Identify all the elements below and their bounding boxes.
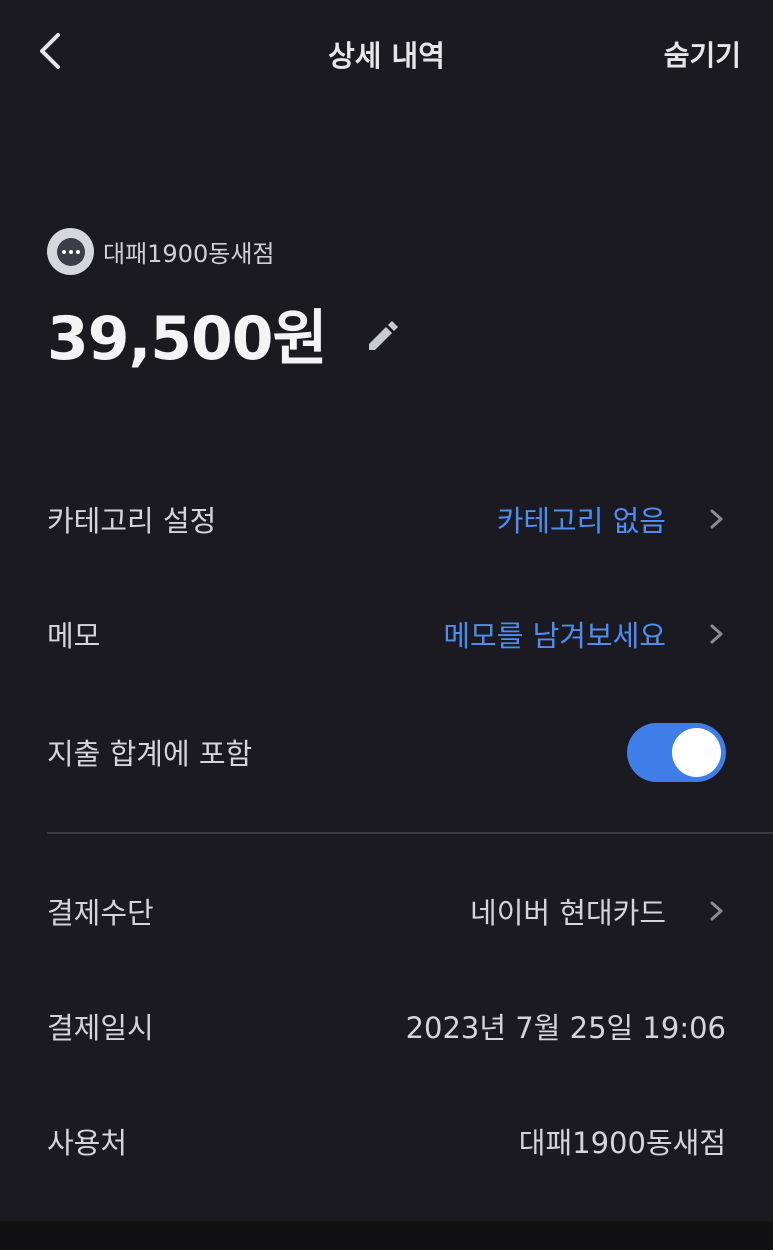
transaction-amount: 39,500원 [47, 304, 328, 374]
memo-value-group[interactable]: 메모를 남겨보세요 [443, 613, 726, 655]
category-value[interactable]: 카테고리 없음 [497, 498, 666, 540]
memo-row[interactable]: 메모 메모를 남겨보세요 [47, 604, 726, 664]
toggle-knob [672, 727, 721, 777]
top-bar: 상세 내역 숨기기 [0, 0, 773, 105]
pencil-icon [368, 320, 398, 350]
payment-method-row[interactable]: 결제수단 네이버 현대카드 [47, 881, 726, 941]
memo-label: 메모 [47, 619, 101, 653]
amount-row: 39,500원 [47, 290, 403, 377]
memo-value[interactable]: 메모를 남겨보세요 [443, 613, 666, 655]
category-label: 카테고리 설정 [47, 504, 217, 538]
include-total-toggle[interactable] [627, 722, 726, 782]
section-divider [47, 832, 773, 834]
hide-button[interactable]: 숨기기 [664, 34, 741, 74]
payment-date-row: 결제일시 2023년 7월 25일 19:06 [47, 996, 726, 1056]
more-dots-icon [56, 237, 85, 266]
category-value-group[interactable]: 카테고리 없음 [497, 498, 726, 540]
page-title: 상세 내역 [328, 39, 445, 73]
bottom-bar [0, 1221, 773, 1250]
chevron-right-icon [710, 509, 723, 529]
include-total-label: 지출 합계에 포함 [47, 737, 253, 771]
payment-method-label: 결제수단 [47, 896, 154, 930]
merchant-logo [47, 228, 94, 275]
merchant-name: 대패1900동새점 [103, 240, 275, 268]
place-value: 대패1900동새점 [518, 1126, 726, 1160]
chevron-right-icon [710, 901, 723, 921]
transaction-detail-screen: 상세 내역 숨기기 대패1900동새점 39,500원 카테고리 설정 카테고리… [0, 0, 773, 1250]
edit-amount-button[interactable] [363, 315, 403, 355]
place-label: 사용처 [47, 1126, 128, 1160]
include-total-row: 지출 합계에 포함 [47, 722, 726, 782]
payment-date-value: 2023년 7월 25일 19:06 [405, 1011, 726, 1045]
payment-date-label: 결제일시 [47, 1011, 154, 1045]
payment-method-value[interactable]: 네이버 현대카드 [470, 890, 666, 932]
place-row: 사용처 대패1900동새점 [47, 1111, 726, 1171]
category-row[interactable]: 카테고리 설정 카테고리 없음 [47, 489, 726, 549]
chevron-right-icon [710, 624, 723, 644]
payment-method-value-group[interactable]: 네이버 현대카드 [470, 890, 726, 932]
merchant-row: 대패1900동새점 [47, 228, 274, 275]
